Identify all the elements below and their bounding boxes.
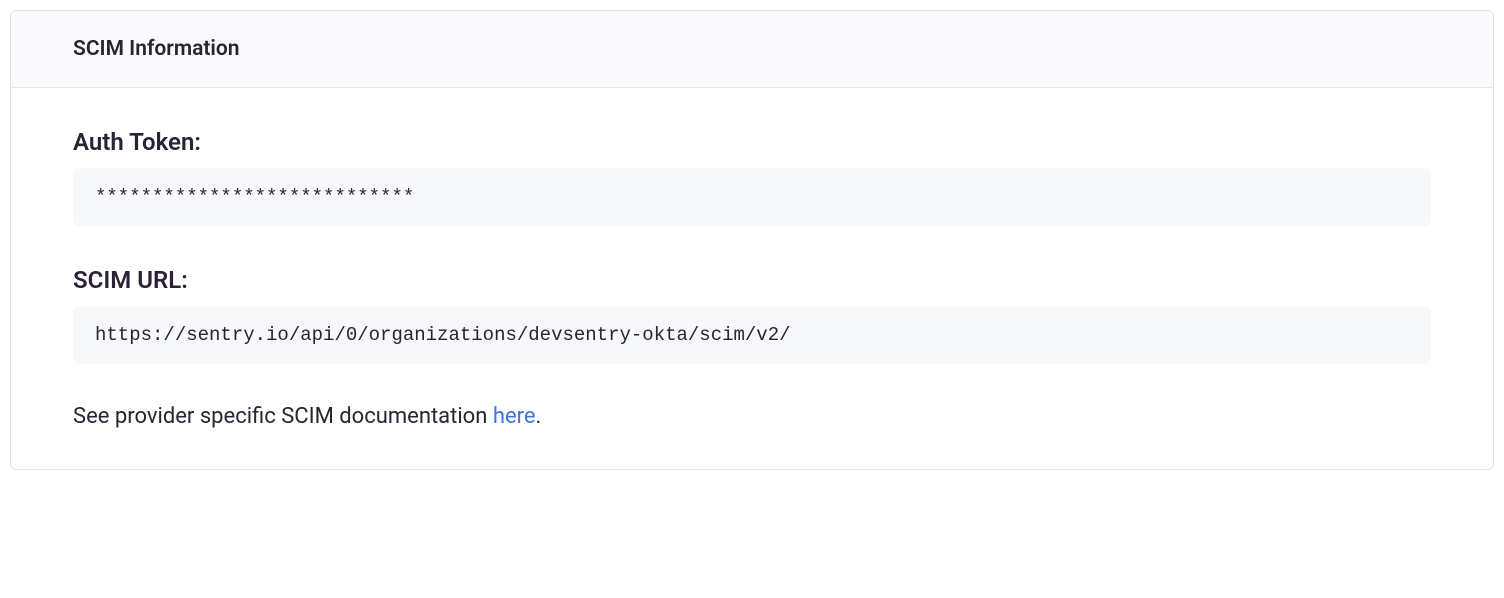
panel-header: SCIM Information xyxy=(11,11,1493,88)
scim-url-label: SCIM URL: xyxy=(73,266,1431,294)
panel-body: Auth Token: ****************************… xyxy=(11,88,1493,469)
footer-text-before: See provider specific SCIM documentation xyxy=(73,404,493,429)
panel-title: SCIM Information xyxy=(73,37,1431,61)
footer-text-after: . xyxy=(536,404,542,429)
auth-token-label: Auth Token: xyxy=(73,128,1431,156)
auth-token-value: **************************** xyxy=(73,168,1431,226)
documentation-link[interactable]: here xyxy=(493,404,536,429)
documentation-footer: See provider specific SCIM documentation… xyxy=(73,404,1431,429)
scim-url-value: https://sentry.io/api/0/organizations/de… xyxy=(73,306,1431,364)
scim-information-panel: SCIM Information Auth Token: ***********… xyxy=(10,10,1494,470)
